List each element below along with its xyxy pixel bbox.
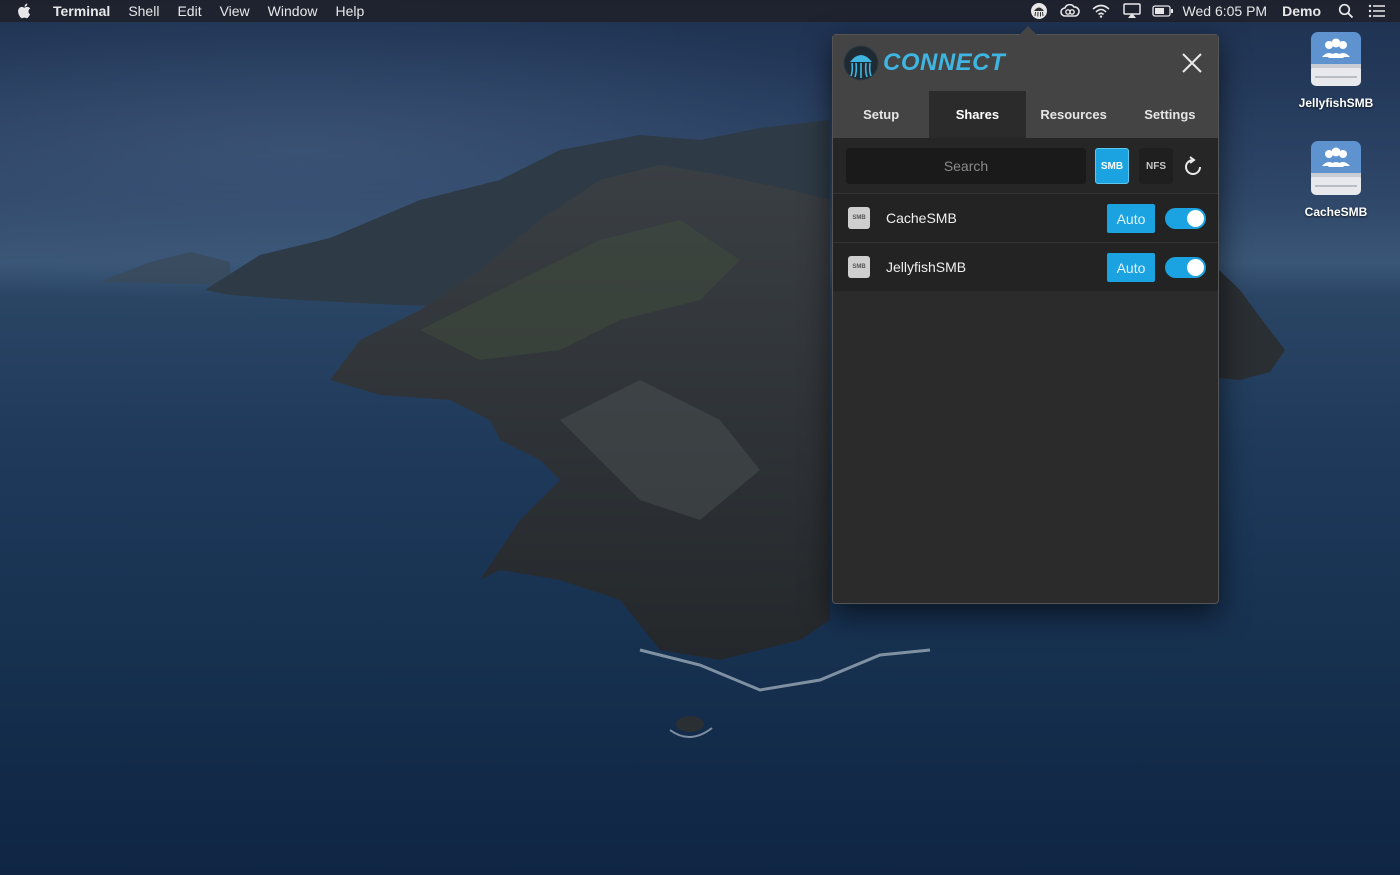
shares-toolbar: SMB NFS [833,138,1218,193]
filter-smb-button[interactable]: SMB [1095,148,1129,184]
menu-app-name[interactable]: Terminal [53,3,110,19]
menu-shell[interactable]: Shell [128,3,159,19]
share-type-badge: SMB [848,256,870,278]
menu-window[interactable]: Window [268,3,318,19]
creative-cloud-icon[interactable] [1059,2,1081,20]
tab-setup[interactable]: Setup [833,91,929,138]
tab-settings[interactable]: Settings [1122,91,1218,138]
tab-resources[interactable]: Resources [1026,91,1122,138]
menu-help[interactable]: Help [335,3,364,19]
share-enable-toggle[interactable] [1165,208,1206,229]
toggle-knob [1187,259,1204,276]
auto-mount-button[interactable]: Auto [1107,253,1155,282]
auto-mount-button[interactable]: Auto [1107,204,1155,233]
tab-shares[interactable]: Shares [929,91,1026,138]
network-drive-icon [1309,30,1363,88]
desktop-icon-label: CacheSMB [1304,205,1368,219]
share-type-badge: SMB [848,207,870,229]
brand-title: CONNECT [883,49,1006,76]
close-icon[interactable] [1180,51,1204,75]
control-center-list-icon[interactable] [1366,2,1388,20]
share-row: SMB JellyfishSMB Auto [833,242,1218,291]
airplay-icon[interactable] [1121,2,1143,20]
tab-bar: Setup Shares Resources Settings [833,91,1218,138]
menu-edit[interactable]: Edit [177,3,201,19]
refresh-icon[interactable] [1181,155,1205,179]
desktop-icon-cachesmb[interactable]: CacheSMB [1281,139,1391,219]
share-name: JellyfishSMB [886,259,967,275]
menubar-clock[interactable]: Wed 6:05 PM [1183,3,1268,19]
menubar-user[interactable]: Demo [1282,3,1321,19]
desktop-icon-jellyfishsmb[interactable]: JellyfishSMB [1281,30,1391,110]
popover-header: CONNECT [833,35,1218,91]
filter-nfs-button[interactable]: NFS [1139,148,1173,184]
search-input[interactable] [846,148,1086,184]
battery-icon[interactable] [1151,2,1174,20]
status-area: Wed 6:05 PM Demo [1028,0,1400,22]
share-enable-toggle[interactable] [1165,257,1206,278]
menu-view[interactable]: View [220,3,250,19]
spotlight-search-icon[interactable] [1335,2,1357,20]
desktop-icon-label: JellyfishSMB [1298,96,1374,110]
apple-icon[interactable] [17,3,39,19]
share-name: CacheSMB [886,210,957,226]
jellyfish-logo-icon [843,45,879,81]
popover-arrow [1019,26,1037,35]
menu-bar: Terminal Shell Edit View Window Help Wed… [0,0,1400,22]
connect-popover: CONNECT Setup Shares Resources Settings … [832,26,1219,604]
network-drive-icon [1309,139,1363,197]
wifi-icon[interactable] [1090,2,1112,20]
share-row: SMB CacheSMB Auto [833,193,1218,242]
jellyfish-connect-icon[interactable] [1028,2,1050,20]
toggle-knob [1187,210,1204,227]
